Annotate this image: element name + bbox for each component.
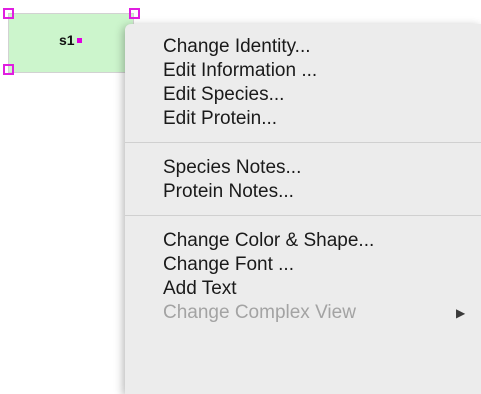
menu-item-change-complex-view: Change Complex View ▶: [125, 301, 481, 325]
menu-item-change-identity[interactable]: Change Identity...: [125, 35, 481, 59]
species-label: s1: [59, 32, 75, 48]
submenu-arrow-icon: ▶: [456, 306, 466, 320]
resize-handle-bottom-left[interactable]: [3, 64, 14, 75]
menu-item-species-notes[interactable]: Species Notes...: [125, 156, 481, 180]
diagram-canvas[interactable]: s1 Change Identity... Edit Information .…: [0, 0, 481, 394]
menu-item-change-font[interactable]: Change Font ...: [125, 253, 481, 277]
species-node[interactable]: s1: [8, 13, 134, 73]
center-handle[interactable]: [77, 38, 82, 43]
context-menu: Change Identity... Edit Information ... …: [125, 24, 481, 394]
menu-item-change-color-shape[interactable]: Change Color & Shape...: [125, 229, 481, 253]
menu-item-label: Change Complex View: [163, 302, 356, 323]
menu-item-protein-notes[interactable]: Protein Notes...: [125, 180, 481, 204]
resize-handle-top-left[interactable]: [3, 8, 14, 19]
menu-item-edit-protein[interactable]: Edit Protein...: [125, 107, 481, 131]
menu-item-edit-information[interactable]: Edit Information ...: [125, 59, 481, 83]
menu-separator: [125, 215, 481, 216]
menu-item-edit-species[interactable]: Edit Species...: [125, 83, 481, 107]
resize-handle-top-right[interactable]: [129, 8, 140, 19]
menu-item-add-text[interactable]: Add Text: [125, 277, 481, 301]
menu-separator: [125, 142, 481, 143]
